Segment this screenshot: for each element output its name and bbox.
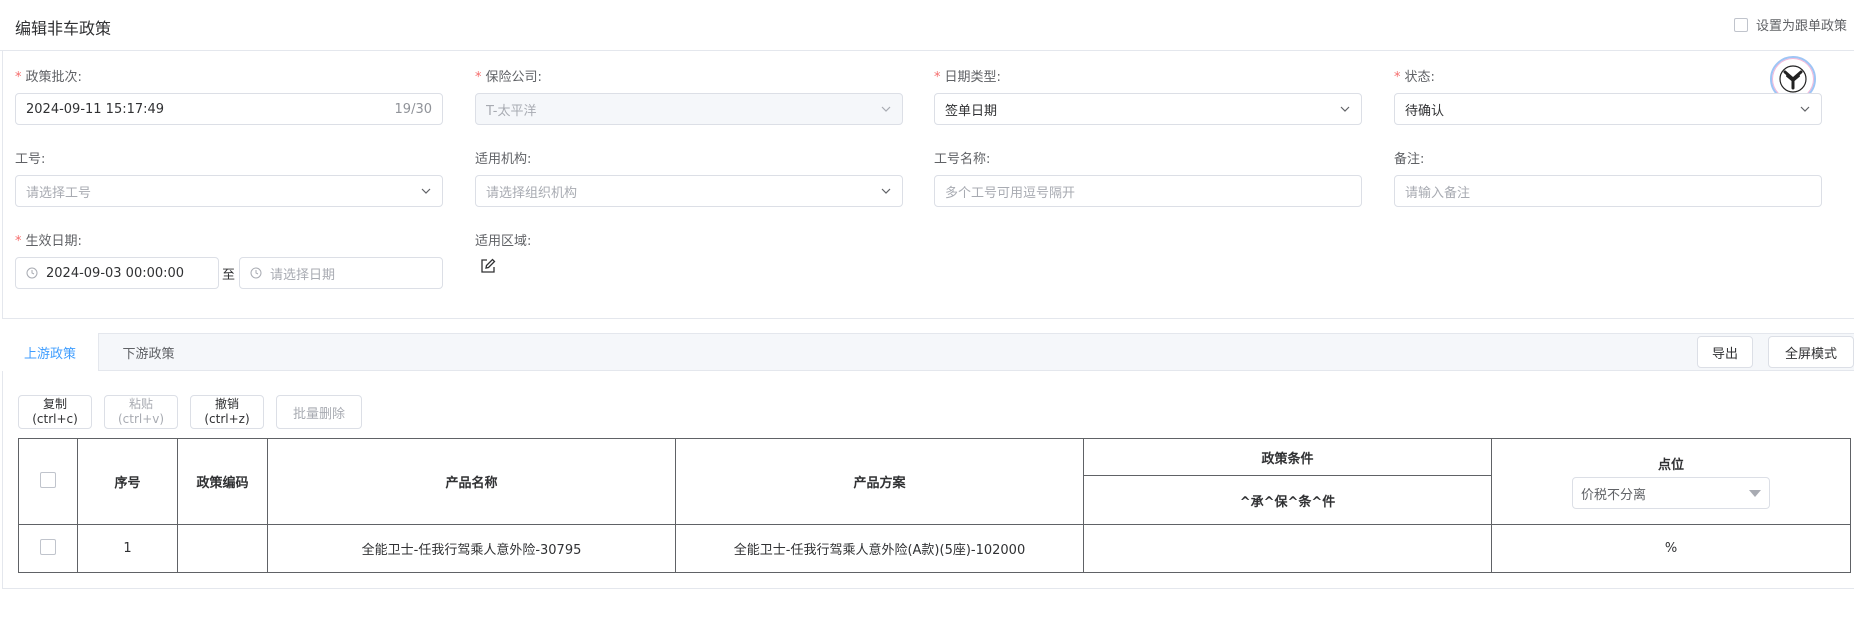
insurer-label: * 保险公司: [475, 70, 542, 85]
chevron-down-icon [881, 188, 891, 194]
col-points: 点位 价税不分离 [1491, 438, 1851, 525]
clock-icon [250, 267, 262, 279]
job-no-select[interactable]: 请选择工号 [15, 175, 443, 207]
clock-icon [26, 267, 38, 279]
table-row: 1 全能卫士-任我行驾乘人意外险-30795 全能卫士-任我行驾乘人意外险(A款… [18, 524, 1851, 573]
remark-input[interactable]: 请输入备注 [1394, 175, 1822, 207]
chevron-down-icon [881, 106, 891, 112]
region-label: 适用区域: [475, 234, 532, 249]
caret-down-icon [1749, 489, 1761, 497]
status-select[interactable]: 待确认 [1394, 93, 1822, 125]
follow-policy-checkbox[interactable] [1734, 17, 1748, 32]
date-range-separator: 至 [222, 268, 236, 283]
org-select[interactable]: 请选择组织机构 [475, 175, 903, 207]
tab-downstream-policy[interactable]: 下游政策 [100, 333, 197, 371]
date-type-select[interactable]: 签单日期 [934, 93, 1362, 125]
job-name-input[interactable]: 多个工号可用逗号隔开 [934, 175, 1362, 207]
row-product-name[interactable]: 全能卫士-任我行驾乘人意外险-30795 [267, 524, 676, 573]
batch-input[interactable]: 2024-09-11 15:17:49 19/30 [15, 93, 443, 125]
follow-policy-toggle[interactable]: 设置为跟单政策 [1734, 15, 1847, 34]
insurer-select: T-太平洋 [475, 93, 903, 125]
col-underwriting-condition: ^承^保^条^件 [1083, 475, 1492, 525]
edit-region-icon[interactable] [480, 258, 496, 274]
effective-start-date[interactable]: 2024-09-03 00:00:00 [15, 257, 219, 289]
row-condition[interactable] [1083, 524, 1492, 573]
row-product-plan[interactable]: 全能卫士-任我行驾乘人意外险(A款)(5座)-102000 [675, 524, 1084, 573]
undo-button[interactable]: 撤销 (ctrl+z) [190, 395, 264, 429]
fullscreen-button[interactable]: 全屏模式 [1768, 336, 1854, 368]
policy-tabs [2, 333, 1854, 371]
copy-button[interactable]: 复制 (ctrl+c) [18, 395, 92, 429]
chevron-down-icon [421, 188, 431, 194]
job-no-label: 工号: [15, 152, 46, 167]
effective-end-date[interactable]: 请选择日期 [239, 257, 443, 289]
status-label: * 状态: [1394, 70, 1435, 85]
page-title: 编辑非车政策 [15, 19, 112, 38]
policy-table: 序号 政策编码 产品名称 产品方案 政策条件 点位 价税不分离 ^承^保^条^件… [18, 438, 1851, 573]
row-checkbox[interactable] [40, 538, 56, 555]
effective-date-label: * 生效日期: [15, 234, 82, 249]
col-index: 序号 [77, 438, 178, 525]
select-all-checkbox[interactable] [40, 471, 56, 488]
batch-delete-button[interactable]: 批量删除 [276, 395, 362, 429]
job-name-label: 工号名称: [934, 152, 991, 167]
row-index: 1 [77, 524, 178, 573]
points-header-label: 点位 [1657, 458, 1684, 473]
batch-label: * 政策批次: [15, 70, 82, 85]
col-product-plan: 产品方案 [675, 438, 1084, 525]
batch-char-count: 19/30 [394, 101, 432, 117]
remark-label: 备注: [1394, 152, 1425, 167]
row-points[interactable]: % [1491, 524, 1851, 573]
paste-button[interactable]: 粘贴 (ctrl+v) [104, 395, 178, 429]
follow-policy-label: 设置为跟单政策 [1756, 19, 1848, 34]
row-select-cell [18, 524, 78, 573]
tax-mode-select[interactable]: 价税不分离 [1572, 477, 1770, 509]
export-button[interactable]: 导出 [1697, 336, 1753, 368]
date-type-label: * 日期类型: [934, 70, 1001, 85]
row-policy-code[interactable] [177, 524, 268, 573]
col-policy-conditions: 政策条件 [1083, 438, 1492, 476]
select-all-cell [18, 438, 78, 525]
col-policy-code: 政策编码 [177, 438, 268, 525]
chevron-down-icon [1340, 106, 1350, 112]
chevron-down-icon [1800, 106, 1810, 112]
tab-upstream-policy[interactable]: 上游政策 [2, 333, 99, 371]
org-label: 适用机构: [475, 152, 532, 167]
col-product-name: 产品名称 [267, 438, 676, 525]
